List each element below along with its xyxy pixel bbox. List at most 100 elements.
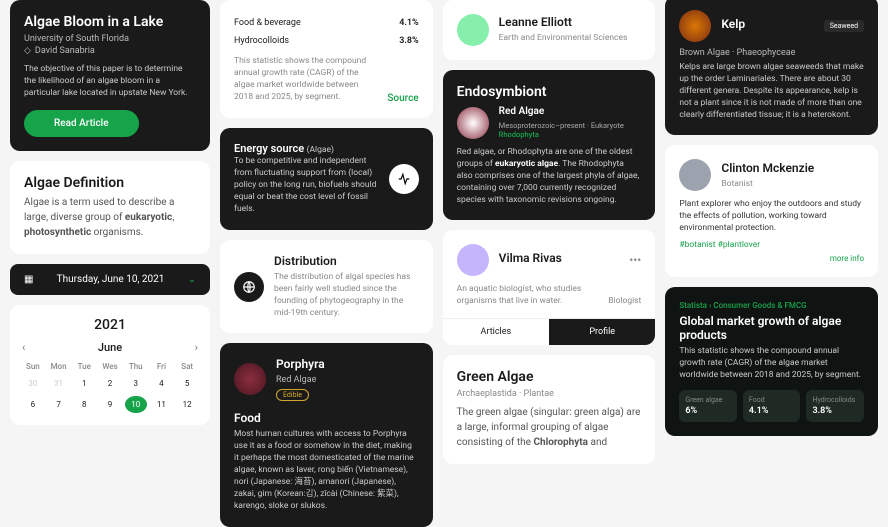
activity-icon — [389, 164, 419, 194]
endo-phylum[interactable]: Rhodophyta — [499, 130, 624, 139]
market-card: Statista › Consumer Goods & FMCG Global … — [665, 287, 878, 436]
energy-card: Energy source (Algae) To be competitive … — [220, 128, 433, 230]
endo-meta: Mesoproterozoic–present · Eukaryote — [499, 121, 624, 130]
hero-university: University of South Florida — [24, 34, 196, 44]
hashtag[interactable]: #plantlover — [718, 240, 760, 250]
date-selector[interactable]: ▦ Thursday, June 10, 2021 ⌄ — [10, 264, 210, 295]
prev-month-button[interactable]: ‹ — [22, 341, 25, 354]
hero-author: David Sanabria — [35, 46, 95, 56]
calendar-icon: ▦ — [24, 274, 33, 285]
market-crumb[interactable]: Statista › Consumer Goods & FMCG — [679, 301, 864, 310]
clinton-name: Clinton Mckenzie — [721, 161, 814, 175]
market-stat: Hydrocolloids3.8% — [806, 390, 864, 422]
hashtag-row: #botanist #plantlover — [679, 239, 864, 250]
calendar-day[interactable]: 12 — [176, 396, 198, 413]
calendar-day[interactable]: 31 — [48, 375, 70, 392]
calendar-day[interactable]: 30 — [22, 375, 44, 392]
stat-row: Hydrocolloids3.8% — [234, 32, 419, 50]
selected-date: Thursday, June 10, 2021 — [57, 274, 165, 285]
calendar-month: June — [98, 341, 122, 354]
green-title: Green Algae — [457, 369, 642, 385]
energy-desc: To be competitive and independent from f… — [234, 156, 379, 215]
stat-row: Food & beverage4.1% — [234, 14, 419, 32]
hero-card: Algae Bloom in a Lake University of Sout… — [10, 0, 210, 151]
calendar-dow: Tue — [73, 362, 95, 371]
red-algae-avatar — [457, 107, 489, 139]
globe-icon — [234, 272, 264, 302]
stats-card: Food & beverage4.1%Hydrocolloids3.8% Thi… — [220, 0, 433, 118]
calendar-day[interactable]: 4 — [151, 375, 173, 392]
porphyra-name: Porphyra — [276, 357, 325, 371]
endosymbiont-title: Endosymbiont — [457, 84, 642, 100]
source-link[interactable]: Source — [387, 93, 418, 104]
distribution-desc: The distribution of algal species has be… — [274, 272, 419, 320]
calendar-day[interactable]: 1 — [73, 375, 95, 392]
chevron-down-icon[interactable]: ⌄ — [188, 274, 196, 285]
hashtag[interactable]: #botanist — [679, 240, 717, 250]
stats-desc: This statistic shows the compound annual… — [234, 56, 377, 104]
edible-badge: Edible — [276, 389, 309, 401]
tab-articles[interactable]: Articles — [443, 319, 549, 345]
profile-tabs: Articles Profile — [443, 318, 656, 345]
calendar-day[interactable]: 7 — [48, 396, 70, 413]
kelp-card: Kelp Seaweed Brown Algae · Phaeophyceae … — [665, 0, 878, 135]
kelp-name: Kelp — [721, 17, 745, 31]
user-icon: ◇ — [24, 46, 31, 56]
calendar-day[interactable]: 11 — [151, 396, 173, 413]
definition-card: Algae Definition Algae is a term used to… — [10, 161, 210, 254]
kelp-desc: Kelps are large brown algae seaweeds tha… — [679, 62, 864, 121]
tab-profile[interactable]: Profile — [549, 319, 655, 345]
leanne-avatar — [457, 14, 489, 46]
vilma-avatar — [457, 244, 489, 276]
clinton-avatar — [679, 159, 711, 191]
calendar-day[interactable]: 8 — [73, 396, 95, 413]
hero-title: Algae Bloom in a Lake — [24, 14, 196, 30]
next-month-button[interactable]: › — [195, 341, 198, 354]
vilma-desc: An aquatic biologist, who studies organi… — [457, 284, 599, 308]
definition-text: Algae is a term used to describe a large… — [24, 195, 196, 240]
calendar-dow: Wes — [99, 362, 121, 371]
leanne-card[interactable]: Leanne Elliott Earth and Environmental S… — [443, 0, 656, 60]
calendar-day[interactable]: 6 — [22, 396, 44, 413]
calendar-dow: Sun — [22, 362, 44, 371]
calendar-day[interactable]: 9 — [99, 396, 121, 413]
endosymbiont-card: Endosymbiont Red Algae Mesoproterozoic–p… — [443, 70, 656, 220]
porphyra-avatar — [234, 363, 266, 395]
vilma-name: Vilma Rivas — [499, 251, 562, 265]
calendar-dow: Thu — [125, 362, 147, 371]
vilma-role: Biologist — [608, 296, 641, 308]
green-algae-card: Green Algae Archaeplastida · Plantae The… — [443, 355, 656, 464]
more-info-link[interactable]: more info — [679, 254, 864, 263]
energy-title: Energy source (Algae) — [234, 142, 379, 157]
more-menu-button[interactable]: ••• — [629, 253, 641, 267]
seaweed-tag: Seaweed — [824, 20, 864, 32]
clinton-desc: Plant explorer who enjoy the outdoors an… — [679, 199, 864, 235]
distribution-card: Distribution The distribution of algal s… — [220, 240, 433, 334]
clinton-card: Clinton Mckenzie Botanist Plant explorer… — [665, 145, 878, 277]
distribution-title: Distribution — [274, 254, 419, 268]
hero-desc: The objective of this paper is to determ… — [24, 64, 196, 100]
leanne-name: Leanne Elliott — [499, 15, 628, 29]
calendar-day[interactable]: 2 — [99, 375, 121, 392]
leanne-role: Earth and Environmental Sciences — [499, 33, 628, 45]
vilma-card: Vilma Rivas ••• An aquatic biologist, wh… — [443, 230, 656, 345]
calendar-day[interactable]: 5 — [176, 375, 198, 392]
kelp-avatar — [679, 10, 711, 42]
market-desc: This statistic shows the compound annual… — [679, 346, 864, 382]
endo-name: Red Algae — [499, 106, 624, 117]
market-stat: Food4.1% — [743, 390, 801, 422]
hero-author-row: ◇ David Sanabria — [24, 46, 196, 56]
clinton-role: Botanist — [721, 179, 814, 191]
read-article-button[interactable]: Read Article — [24, 110, 139, 137]
calendar-day[interactable]: 10 — [125, 396, 147, 413]
calendar-dow: Sat — [176, 362, 198, 371]
calendar-dow: Mon — [48, 362, 70, 371]
calendar: 2021 ‹ June › SunMonTueWesThuFriSat30311… — [10, 305, 210, 425]
porphyra-card: Porphyra Red Algae Edible Food Most huma… — [220, 343, 433, 526]
market-stat: Green algae6% — [679, 390, 737, 422]
calendar-grid: SunMonTueWesThuFriSat3031123456789101112 — [22, 362, 198, 413]
calendar-dow: Fri — [151, 362, 173, 371]
calendar-day[interactable]: 3 — [125, 375, 147, 392]
porphyra-type: Red Algae — [276, 375, 325, 385]
market-title: Global market growth of algae products — [679, 314, 864, 342]
